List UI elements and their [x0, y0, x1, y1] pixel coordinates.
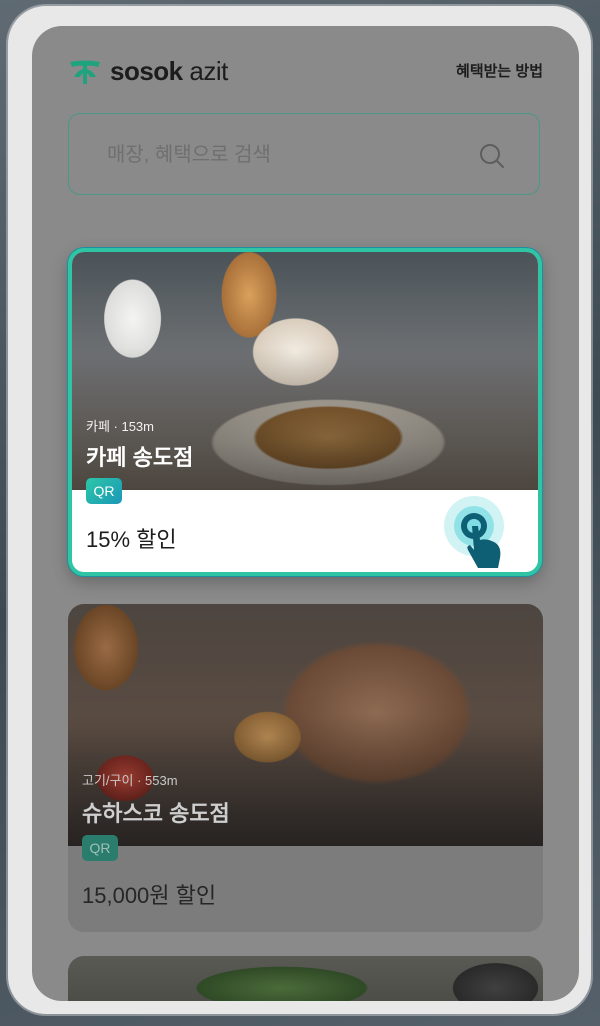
search-bar[interactable]: [68, 113, 540, 196]
how-to-get-benefits-link[interactable]: 혜택받는 방법: [456, 60, 543, 81]
logo-mark-icon: [70, 60, 100, 84]
store-card[interactable]: 고기/구이 · 553m 슈하스코 송도점 QR 15,000원 할인: [68, 604, 543, 932]
store-category-distance: 고기/구이 · 553m: [82, 773, 178, 788]
store-card[interactable]: [68, 956, 543, 1001]
logo-text-light: azit: [182, 56, 228, 86]
store-category-distance: 카페 · 153m: [86, 419, 154, 434]
qr-badge: QR: [86, 478, 122, 504]
qr-badge: QR: [82, 835, 118, 861]
store-discount: 15% 할인: [86, 527, 177, 552]
store-name: 카페 송도점: [86, 445, 194, 470]
device-frame: sosok azit 혜택받는 방법 카페 · 153m 카페 송도점 QR 1…: [8, 6, 591, 1014]
store-discount: 15,000원 할인: [82, 883, 217, 908]
store-image: [68, 956, 543, 1001]
store-card[interactable]: 카페 · 153m 카페 송도점 QR 15% 할인: [68, 248, 542, 576]
tap-hand-icon: [444, 496, 504, 568]
app-screen: sosok azit 혜택받는 방법 카페 · 153m 카페 송도점 QR 1…: [32, 26, 579, 1001]
search-icon[interactable]: [479, 143, 505, 169]
logo-text-bold: sosok: [110, 56, 183, 86]
store-name: 슈하스코 송도점: [82, 801, 230, 826]
logo-text: sosok azit: [110, 56, 228, 87]
search-input[interactable]: [105, 114, 469, 196]
app-logo[interactable]: sosok azit: [68, 56, 228, 87]
